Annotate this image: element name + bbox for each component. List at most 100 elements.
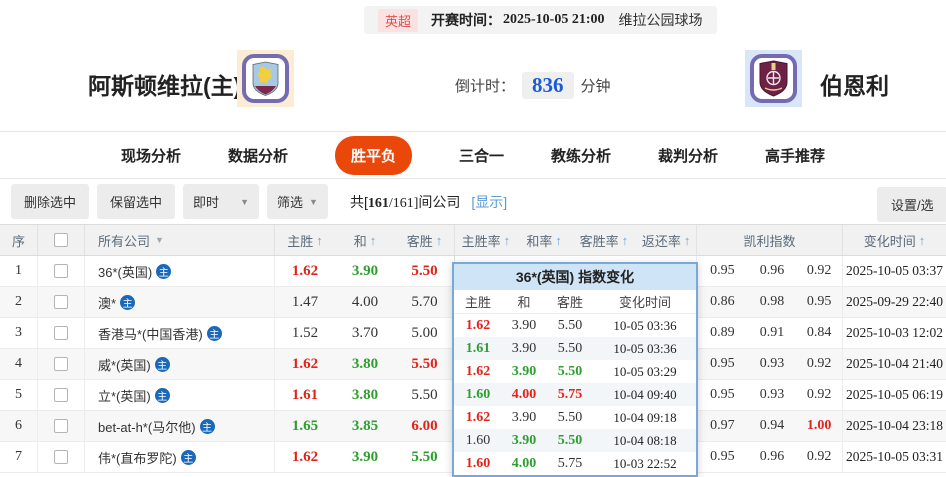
header-draw-rate[interactable]: 和率↑	[517, 231, 572, 250]
header-draw[interactable]: 和 ↑	[335, 225, 395, 255]
kelly-value: 0.95	[697, 263, 748, 279]
popup-change-time: 10-04 09:18	[594, 406, 696, 429]
draw-odds-cell: 3.70	[335, 318, 395, 348]
company-name-cell[interactable]: bet-at-h*(马尔他)主	[85, 411, 275, 441]
home-win-odds-cell: 1.62	[275, 442, 335, 472]
odds-value: 5.00	[411, 325, 437, 342]
popup-title: 36*(英国) 指数变化	[454, 264, 696, 290]
header-return-rate[interactable]: 返还率↑	[636, 231, 696, 250]
draw-odds-cell: 3.80	[335, 349, 395, 379]
tab-data-analysis[interactable]: 数据分析	[228, 145, 288, 166]
home-win-odds-cell: 1.65	[275, 411, 335, 441]
odds-value: 3.85	[352, 418, 378, 435]
row-checkbox[interactable]	[54, 326, 68, 340]
row-checkbox[interactable]	[54, 295, 68, 309]
tab-expert-picks[interactable]: 高手推荐	[765, 145, 825, 166]
row-checkbox[interactable]	[54, 419, 68, 433]
away-team-name: 伯恩利	[820, 67, 889, 101]
tab-three-in-one[interactable]: 三合一	[459, 145, 504, 166]
popup-body: 1.623.905.5010-05 03:361.613.905.5010-05…	[454, 314, 696, 475]
filter-toolbar: 删除选中 保留选中 即时 ▼ 筛选 ▼ 共[161/161]间公司 [显示] 设…	[0, 178, 946, 224]
popup-away-win-odds: 5.50	[558, 364, 583, 380]
countdown-value: 836	[522, 72, 574, 99]
popup-change-time: 10-03 22:52	[594, 452, 696, 475]
odds-value: 3.90	[352, 263, 378, 280]
tab-coach-analysis[interactable]: 教练分析	[551, 145, 611, 166]
popup-history-row: 1.623.905.5010-04 09:18	[454, 406, 696, 429]
select-all-checkbox[interactable]	[54, 233, 68, 247]
show-link[interactable]: [显示]	[471, 194, 507, 210]
odds-value: 1.61	[292, 387, 318, 404]
header-change-time[interactable]: 变化时间 ↑	[843, 225, 946, 255]
sort-asc-icon: ↑	[919, 233, 926, 248]
company-name: 香港马*(中国香港)	[98, 324, 203, 343]
popup-away-win-odds: 5.50	[558, 318, 583, 334]
header-home-rate[interactable]: 主胜率↑	[455, 231, 517, 250]
kelly-value: 0.92	[796, 449, 842, 465]
header-kelly: 凯利指数	[697, 225, 843, 255]
row-checkbox[interactable]	[54, 357, 68, 371]
kelly-index-cell: 0.890.910.84	[697, 318, 843, 348]
kickoff-label: 开赛时间：	[431, 10, 501, 30]
tab-live-analysis[interactable]: 现场分析	[121, 145, 181, 166]
home-win-odds-cell: 1.61	[275, 380, 335, 410]
venue-name: 维拉公园球场	[619, 10, 703, 30]
kelly-index-cell: 0.950.960.92	[697, 256, 843, 286]
league-badge: 英超	[378, 9, 418, 32]
company-count-text: 共[161/161]间公司 [显示]	[350, 192, 507, 212]
tab-referee-analysis[interactable]: 裁判分析	[658, 145, 718, 166]
header-rate-group: 主胜率↑ 和率↑ 客胜率↑ 返还率↑	[455, 225, 697, 255]
sort-asc-icon: ↑	[436, 233, 443, 248]
popup-change-time: 10-05 03:29	[594, 360, 696, 383]
keep-selected-button[interactable]: 保留选中	[97, 184, 175, 219]
row-checkbox-cell	[38, 287, 85, 317]
header-away-win[interactable]: 客胜 ↑	[395, 225, 455, 255]
company-name-cell[interactable]: 澳*主	[85, 287, 275, 317]
kelly-value: 0.92	[796, 356, 842, 372]
odds-table-header: 序 所有公司 ▼ 主胜 ↑ 和 ↑ 客胜 ↑ 主胜率↑ 和率↑ 客胜率↑ 返还率…	[0, 224, 946, 256]
company-name: 伟*(直布罗陀)	[98, 448, 177, 467]
filter-dropdown[interactable]: 筛选 ▼	[267, 184, 328, 219]
row-checkbox[interactable]	[54, 388, 68, 402]
draw-odds-cell: 4.00	[335, 287, 395, 317]
tab-win-draw-lose[interactable]: 胜平负	[335, 136, 412, 175]
company-name: 澳*	[98, 293, 116, 312]
row-checkbox[interactable]	[54, 264, 68, 278]
countdown-unit: 分钟	[581, 75, 611, 96]
countdown: 倒计时： 836 分钟	[455, 72, 611, 99]
kelly-value: 0.96	[748, 449, 797, 465]
company-name-cell[interactable]: 香港马*(中国香港)主	[85, 318, 275, 348]
delete-selected-button[interactable]: 删除选中	[11, 184, 89, 219]
odds-time-dropdown[interactable]: 即时 ▼	[183, 184, 259, 219]
header-company[interactable]: 所有公司 ▼	[85, 225, 275, 255]
company-name-cell[interactable]: 立*(英国)主	[85, 380, 275, 410]
chevron-down-icon: ▼	[155, 235, 164, 245]
header-change-time-label: 变化时间	[864, 231, 916, 250]
top-info-bar: 英超 开赛时间： 2025-10-05 21:00 维拉公园球场	[0, 0, 946, 40]
popup-away-win-odds: 5.75	[558, 456, 583, 472]
kelly-value: 0.95	[697, 387, 748, 403]
odds-value: 1.52	[292, 325, 318, 342]
kelly-value: 0.86	[697, 294, 748, 310]
analysis-tabs: 现场分析 数据分析 胜平负 三合一 教练分析 裁判分析 高手推荐	[0, 131, 946, 178]
header-away-rate[interactable]: 客胜率↑	[572, 231, 637, 250]
row-checkbox-cell	[38, 318, 85, 348]
chevron-down-icon: ▼	[240, 197, 249, 207]
row-checkbox-cell	[38, 411, 85, 441]
popup-history-row: 1.603.905.5010-04 08:18	[454, 429, 696, 452]
kelly-index-cell: 0.950.930.92	[697, 349, 843, 379]
company-name-cell[interactable]: 36*(英国)主	[85, 256, 275, 286]
header-home-win[interactable]: 主胜 ↑	[275, 225, 335, 255]
company-name: bet-at-h*(马尔他)	[98, 417, 196, 436]
away-win-odds-cell: 5.70	[395, 287, 455, 317]
chevron-down-icon: ▼	[309, 197, 318, 207]
odds-value: 3.80	[352, 387, 378, 404]
odds-value: 3.90	[352, 449, 378, 466]
home-win-odds-cell: 1.52	[275, 318, 335, 348]
company-name-cell[interactable]: 威*(英国)主	[85, 349, 275, 379]
row-index: 2	[0, 287, 38, 317]
kickoff-time: 2025-10-05 21:00	[503, 12, 605, 28]
company-name-cell[interactable]: 伟*(直布罗陀)主	[85, 442, 275, 472]
row-checkbox[interactable]	[54, 450, 68, 464]
settings-button[interactable]: 设置/选	[877, 187, 946, 222]
